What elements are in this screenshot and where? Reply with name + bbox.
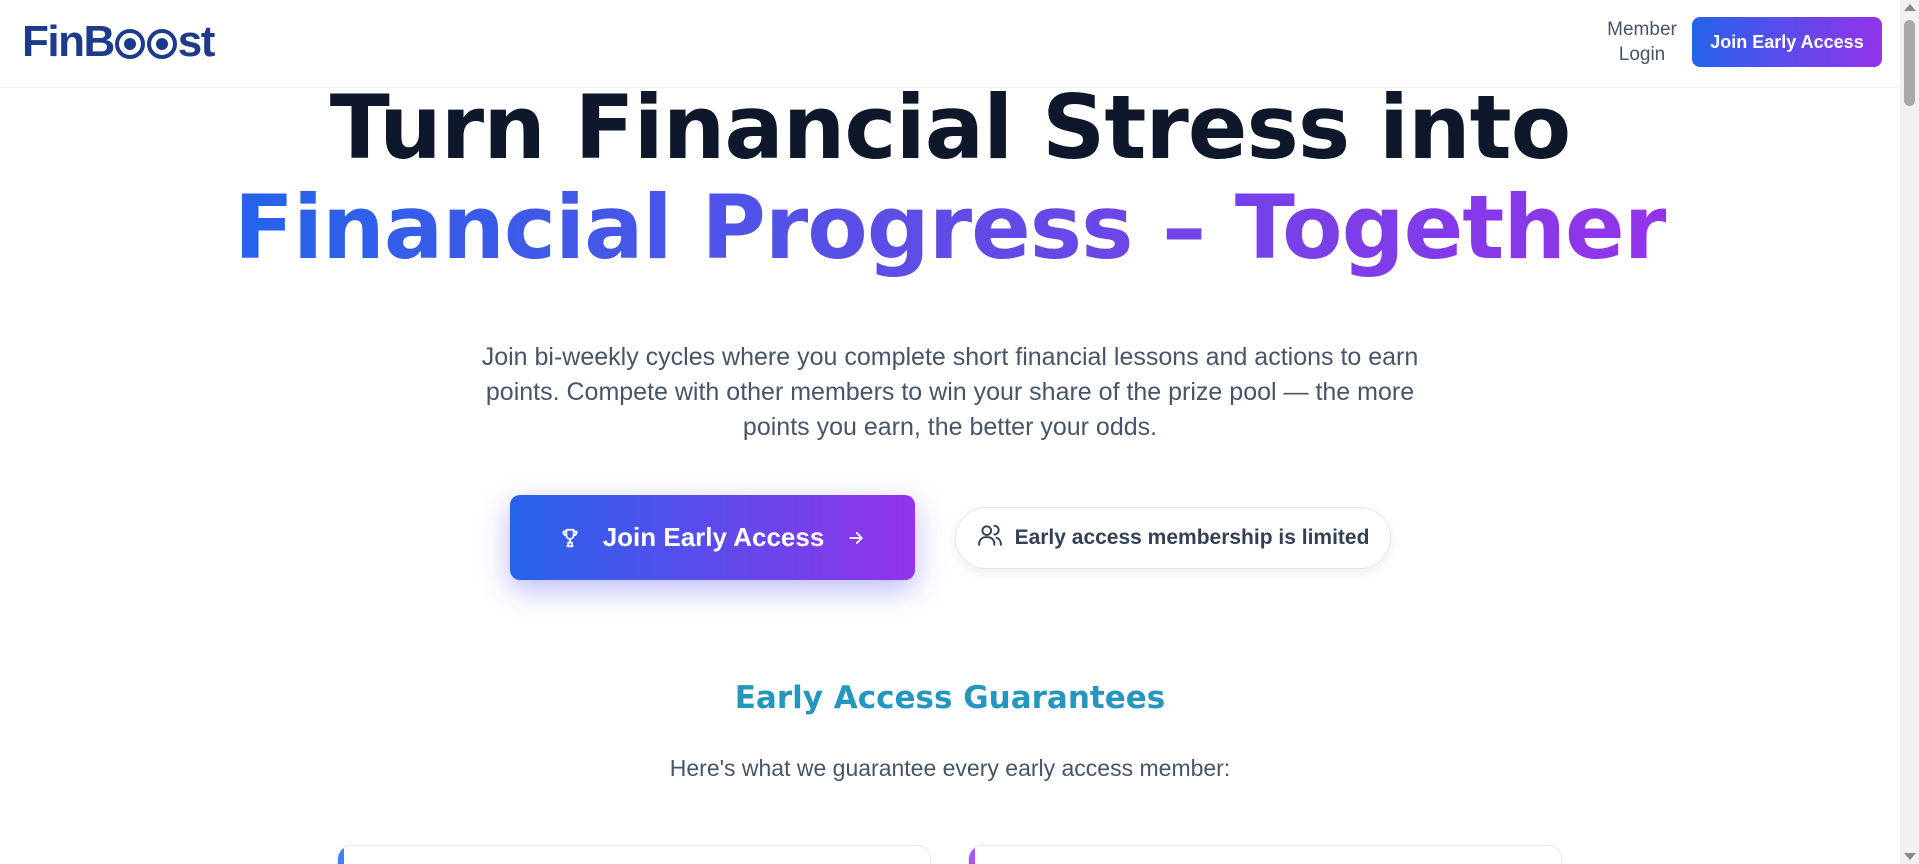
join-early-access-button[interactable]: Join Early Access xyxy=(510,495,915,580)
card-accent-bar xyxy=(338,846,344,864)
arrow-right-icon xyxy=(846,528,866,548)
logo-icon xyxy=(146,29,177,59)
vertical-scrollbar[interactable] xyxy=(1900,0,1919,864)
limited-membership-label: Early access membership is limited xyxy=(1014,526,1370,549)
guarantees-section-title: Early Access Guarantees xyxy=(734,680,1166,716)
logo-icon xyxy=(114,29,145,59)
guarantee-card xyxy=(968,845,1562,864)
users-icon xyxy=(977,522,1003,554)
member-login-link[interactable]: Member Login xyxy=(1600,17,1684,67)
hero-title-gradient-text: Financial Progress – Together xyxy=(233,176,1667,279)
site-header: FinB st Member Login Join Early Access xyxy=(0,0,1900,88)
join-early-access-label: Join Early Access xyxy=(602,522,825,552)
scrollbar-thumb[interactable] xyxy=(1904,20,1915,106)
guarantees-section-subtitle: Here's what we guarantee every early acc… xyxy=(669,755,1231,781)
guarantee-card xyxy=(337,845,931,864)
trophy-icon xyxy=(559,527,581,549)
hero-title-line1: Turn Financial Stress into xyxy=(329,76,1571,179)
hero-subtitle: Join bi-weekly cycles where you complete… xyxy=(481,343,1419,441)
card-accent-bar xyxy=(969,846,975,864)
finboost-logo[interactable]: FinB st xyxy=(22,17,216,66)
scroll-up-arrow-icon[interactable] xyxy=(1904,4,1916,11)
scroll-down-arrow-icon[interactable] xyxy=(1904,853,1916,860)
hero-title-line2: Financial Progress – Together xyxy=(0,176,1900,280)
limited-membership-badge: Early access membership is limited xyxy=(955,507,1391,569)
logo-text-fin: FinB xyxy=(22,17,115,66)
header-join-early-access-button[interactable]: Join Early Access xyxy=(1692,17,1882,67)
logo-text-st: st xyxy=(177,17,216,66)
